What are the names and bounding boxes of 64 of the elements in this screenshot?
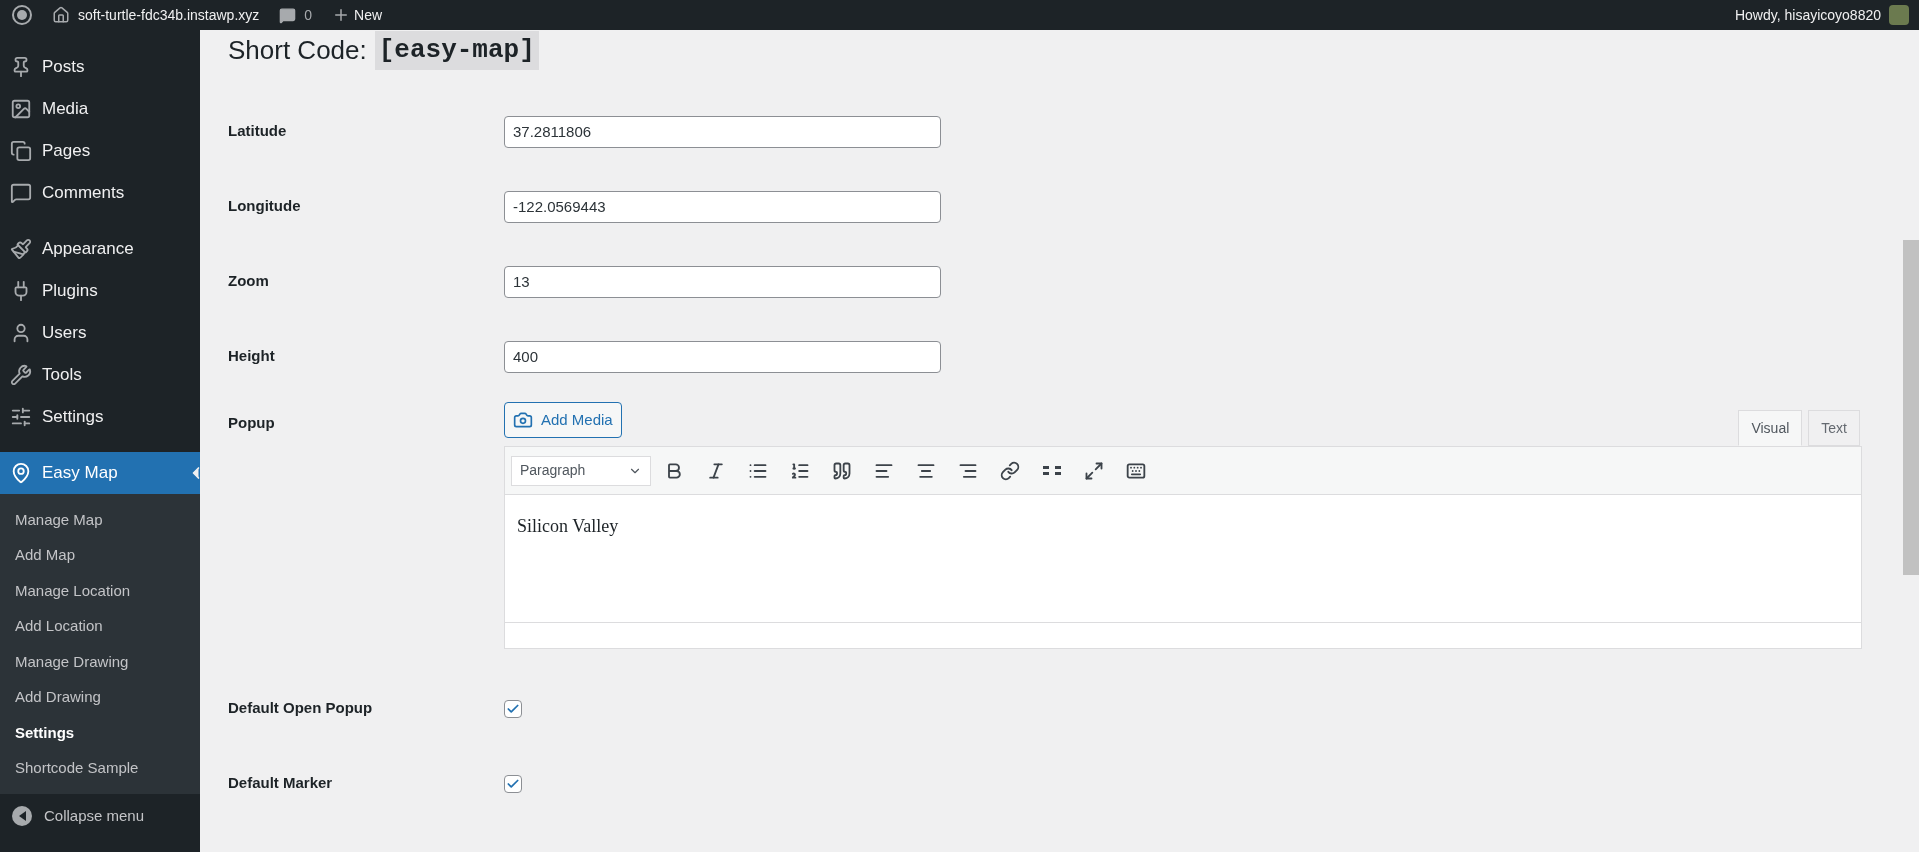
pages-icon — [10, 140, 32, 162]
submenu-item[interactable]: Manage Location — [0, 573, 200, 609]
keyboard-icon — [1126, 460, 1146, 481]
media-icon — [513, 410, 533, 430]
submenu-item[interactable]: Add Map — [0, 537, 200, 573]
editor-tab[interactable]: Visual — [1738, 410, 1803, 446]
collapse-icon — [12, 806, 32, 826]
map-pin-icon — [10, 462, 32, 484]
sidebar-item[interactable]: Comments — [0, 172, 200, 214]
sidebar-item[interactable]: Media — [0, 88, 200, 130]
read-more-icon — [1043, 466, 1061, 475]
submenu-item[interactable]: Shortcode Sample — [0, 750, 200, 786]
editor-content[interactable]: Silicon Valley — [505, 495, 1861, 622]
scrollbar-thumb[interactable] — [1903, 240, 1919, 575]
editor-tab[interactable]: Text — [1808, 410, 1860, 446]
field-label: Zoom — [228, 271, 270, 292]
sidebar-item[interactable]: Tools — [0, 354, 200, 396]
settings-icon — [10, 406, 32, 428]
collapse-menu-button[interactable]: Collapse menu — [0, 794, 200, 838]
fullscreen-icon — [1084, 460, 1104, 481]
field-label: Height — [228, 346, 276, 367]
sidebar-item[interactable]: Plugins — [0, 270, 200, 312]
sidebar-item[interactable]: Users — [0, 312, 200, 354]
comment-icon — [10, 182, 32, 204]
submenu-item[interactable]: Manage Map — [0, 502, 200, 538]
sidebar-item[interactable]: Settings — [0, 396, 200, 438]
new-link[interactable]: New — [324, 4, 391, 26]
submenu-item[interactable]: Add Location — [0, 608, 200, 644]
brush-icon — [10, 238, 32, 260]
media-icon — [10, 98, 32, 120]
sidebar-item[interactable]: Appearance — [0, 228, 200, 270]
field-label: Default Open Popup — [228, 698, 374, 719]
field-label: Longitude — [228, 196, 302, 217]
avatar-icon[interactable] — [1889, 5, 1909, 25]
numbered-list-icon — [790, 460, 810, 481]
submenu-item[interactable]: Settings — [0, 715, 200, 751]
text-field[interactable]: 37.2811806 — [504, 115, 941, 148]
account-link[interactable]: Howdy, hisayicoyo8820 — [1734, 4, 1881, 26]
sidebar-item[interactable]: Easy Map — [0, 452, 200, 494]
field-label: Default Marker — [228, 773, 334, 794]
checkbox[interactable] — [504, 774, 522, 793]
quote-icon — [832, 460, 852, 481]
submenu-item[interactable]: Manage Drawing — [0, 644, 200, 680]
sidebar-item[interactable]: Pages — [0, 130, 200, 172]
sidebar-item[interactable]: Posts — [0, 46, 200, 88]
short-code-label: Short Code: — [228, 33, 367, 67]
field-label: Latitude — [228, 121, 288, 142]
link-icon — [1000, 460, 1020, 481]
home-icon — [52, 6, 70, 24]
text-field[interactable]: 400 — [504, 340, 941, 373]
field-label: Popup — [228, 413, 276, 433]
short-code: [easy-map] — [374, 30, 539, 70]
wordpress-logo-icon[interactable] — [12, 5, 32, 25]
add-media-button[interactable]: Add Media — [504, 402, 622, 438]
wrench-icon — [10, 364, 32, 386]
comment-icon — [279, 6, 297, 24]
text-field[interactable]: 13 — [504, 265, 941, 298]
checkbox[interactable] — [504, 699, 522, 718]
site-link[interactable]: soft-turtle-fdc34b.instawp.xyz — [44, 4, 268, 26]
text-field[interactable]: -122.0569443 — [504, 190, 941, 223]
submenu-item[interactable]: Add Drawing — [0, 679, 200, 715]
italic-icon — [706, 460, 726, 481]
format-dropdown[interactable]: Paragraph — [511, 455, 651, 486]
comments-link[interactable]: 0 — [267, 4, 325, 26]
